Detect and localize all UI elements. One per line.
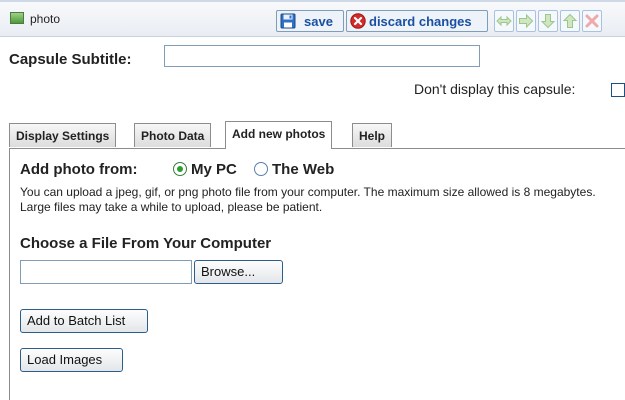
tab-help[interactable]: Help [352, 123, 393, 147]
capsule-subtitle-label: Capsule Subtitle: [9, 51, 132, 68]
arrow-up-icon [562, 13, 578, 28]
dont-display-label: Don't display this capsule: [414, 81, 576, 97]
tab-display-settings[interactable]: Display Settings [9, 123, 117, 147]
move-up-button[interactable] [560, 10, 580, 32]
save-button[interactable]: save [276, 10, 344, 32]
close-icon [585, 14, 599, 28]
discard-changes-button[interactable]: discard changes [346, 10, 488, 32]
upload-help-text: You can upload a jpeg, gif, or png photo… [20, 185, 596, 214]
dont-display-checkbox[interactable] [611, 83, 625, 97]
my-pc-label[interactable]: My PC [191, 161, 237, 178]
my-pc-radio[interactable] [173, 162, 187, 176]
red-x-circle-icon [350, 13, 366, 29]
choose-file-heading: Choose a File From Your Computer [20, 235, 272, 252]
capsule-subtitle-input[interactable] [164, 45, 480, 67]
add-photo-from-label: Add photo from: [20, 161, 138, 178]
tab-label: Add new photos [232, 127, 326, 141]
close-capsule-button[interactable] [582, 10, 602, 32]
capsule-title: photo [30, 12, 61, 26]
arrow-down-icon [540, 14, 556, 29]
tab-label: Photo Data [141, 129, 205, 143]
tab-label: Display Settings [16, 129, 110, 143]
move-right-button[interactable] [516, 10, 536, 32]
tab-add-new-photos[interactable]: Add new photos [225, 121, 333, 149]
resize-horizontal-icon [496, 15, 512, 27]
browse-button[interactable]: Browse... [194, 260, 283, 284]
discard-changes-label: discard changes [369, 14, 472, 29]
load-images-button[interactable]: Load Images [20, 348, 123, 372]
add-to-batch-list-button[interactable]: Add to Batch List [20, 309, 148, 333]
file-path-input[interactable] [20, 260, 192, 284]
the-web-label[interactable]: The Web [272, 161, 334, 178]
image-icon [10, 12, 24, 24]
move-down-button[interactable] [538, 10, 558, 32]
the-web-radio[interactable] [254, 162, 268, 176]
arrow-right-icon [519, 13, 534, 29]
save-label: save [304, 14, 333, 29]
floppy-disk-icon [280, 13, 296, 29]
capsule-toolbar: photo save discard changes [0, 2, 625, 37]
tab-label: Help [359, 129, 386, 143]
resize-horizontal-button[interactable] [494, 10, 514, 32]
tab-photo-data[interactable]: Photo Data [134, 123, 212, 147]
